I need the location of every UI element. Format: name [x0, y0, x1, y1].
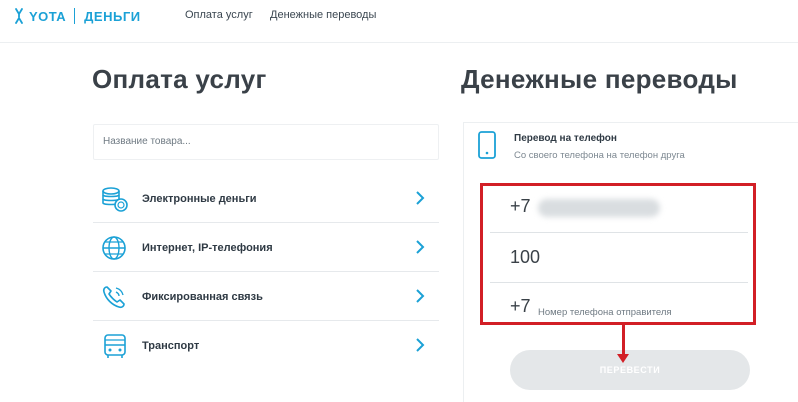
- annotation-arrow-head: [617, 354, 629, 363]
- service-item-label: Фиксированная связь: [142, 291, 263, 303]
- payments-title: Оплата услуг: [92, 64, 267, 94]
- service-item-transport[interactable]: Транспорт: [93, 321, 439, 370]
- search-input[interactable]: Название товара...: [93, 124, 439, 160]
- chevron-right-icon: [416, 289, 425, 303]
- transfers-title: Денежные переводы: [461, 64, 738, 94]
- service-item-e-money[interactable]: Электронные деньги: [93, 174, 439, 223]
- phone-call-icon: [102, 286, 125, 309]
- logo[interactable]: YOTA ДЕНЬГИ: [14, 6, 141, 26]
- transfer-card-subtitle: Со своего телефона на телефон друга: [514, 150, 685, 161]
- service-item-label: Транспорт: [142, 340, 200, 352]
- bus-icon: [104, 334, 126, 358]
- search-placeholder: Название товара...: [103, 136, 191, 147]
- chevron-right-icon: [416, 240, 425, 254]
- service-item-internet[interactable]: Интернет, IP-телефония: [93, 223, 439, 272]
- yota-logo-icon: [15, 8, 23, 24]
- logo-divider: [74, 8, 76, 24]
- header-divider: [0, 42, 798, 43]
- mobile-phone-icon: [478, 131, 496, 159]
- nav-transfers-link[interactable]: Денежные переводы: [270, 9, 376, 21]
- transfer-card-title: Перевод на телефон: [514, 133, 617, 144]
- highlight-frame: [480, 183, 756, 325]
- service-item-label: Электронные деньги: [142, 193, 257, 205]
- logo-yota-text: YOTA: [29, 8, 67, 24]
- logo-money-text: ДЕНЬГИ: [84, 8, 141, 24]
- nav-payments-link[interactable]: Оплата услуг: [185, 9, 253, 21]
- globe-icon: [102, 236, 126, 260]
- chevron-right-icon: [416, 338, 425, 352]
- chevron-right-icon: [416, 191, 425, 205]
- transfer-submit-button[interactable]: ПЕРЕВЕСТИ: [510, 350, 750, 390]
- service-item-fixed-line[interactable]: Фиксированная связь: [93, 272, 439, 321]
- coins-icon: [102, 187, 128, 212]
- service-item-label: Интернет, IP-телефония: [142, 242, 273, 254]
- top-header: YOTA ДЕНЬГИ Оплата услуг Денежные перево…: [0, 0, 798, 40]
